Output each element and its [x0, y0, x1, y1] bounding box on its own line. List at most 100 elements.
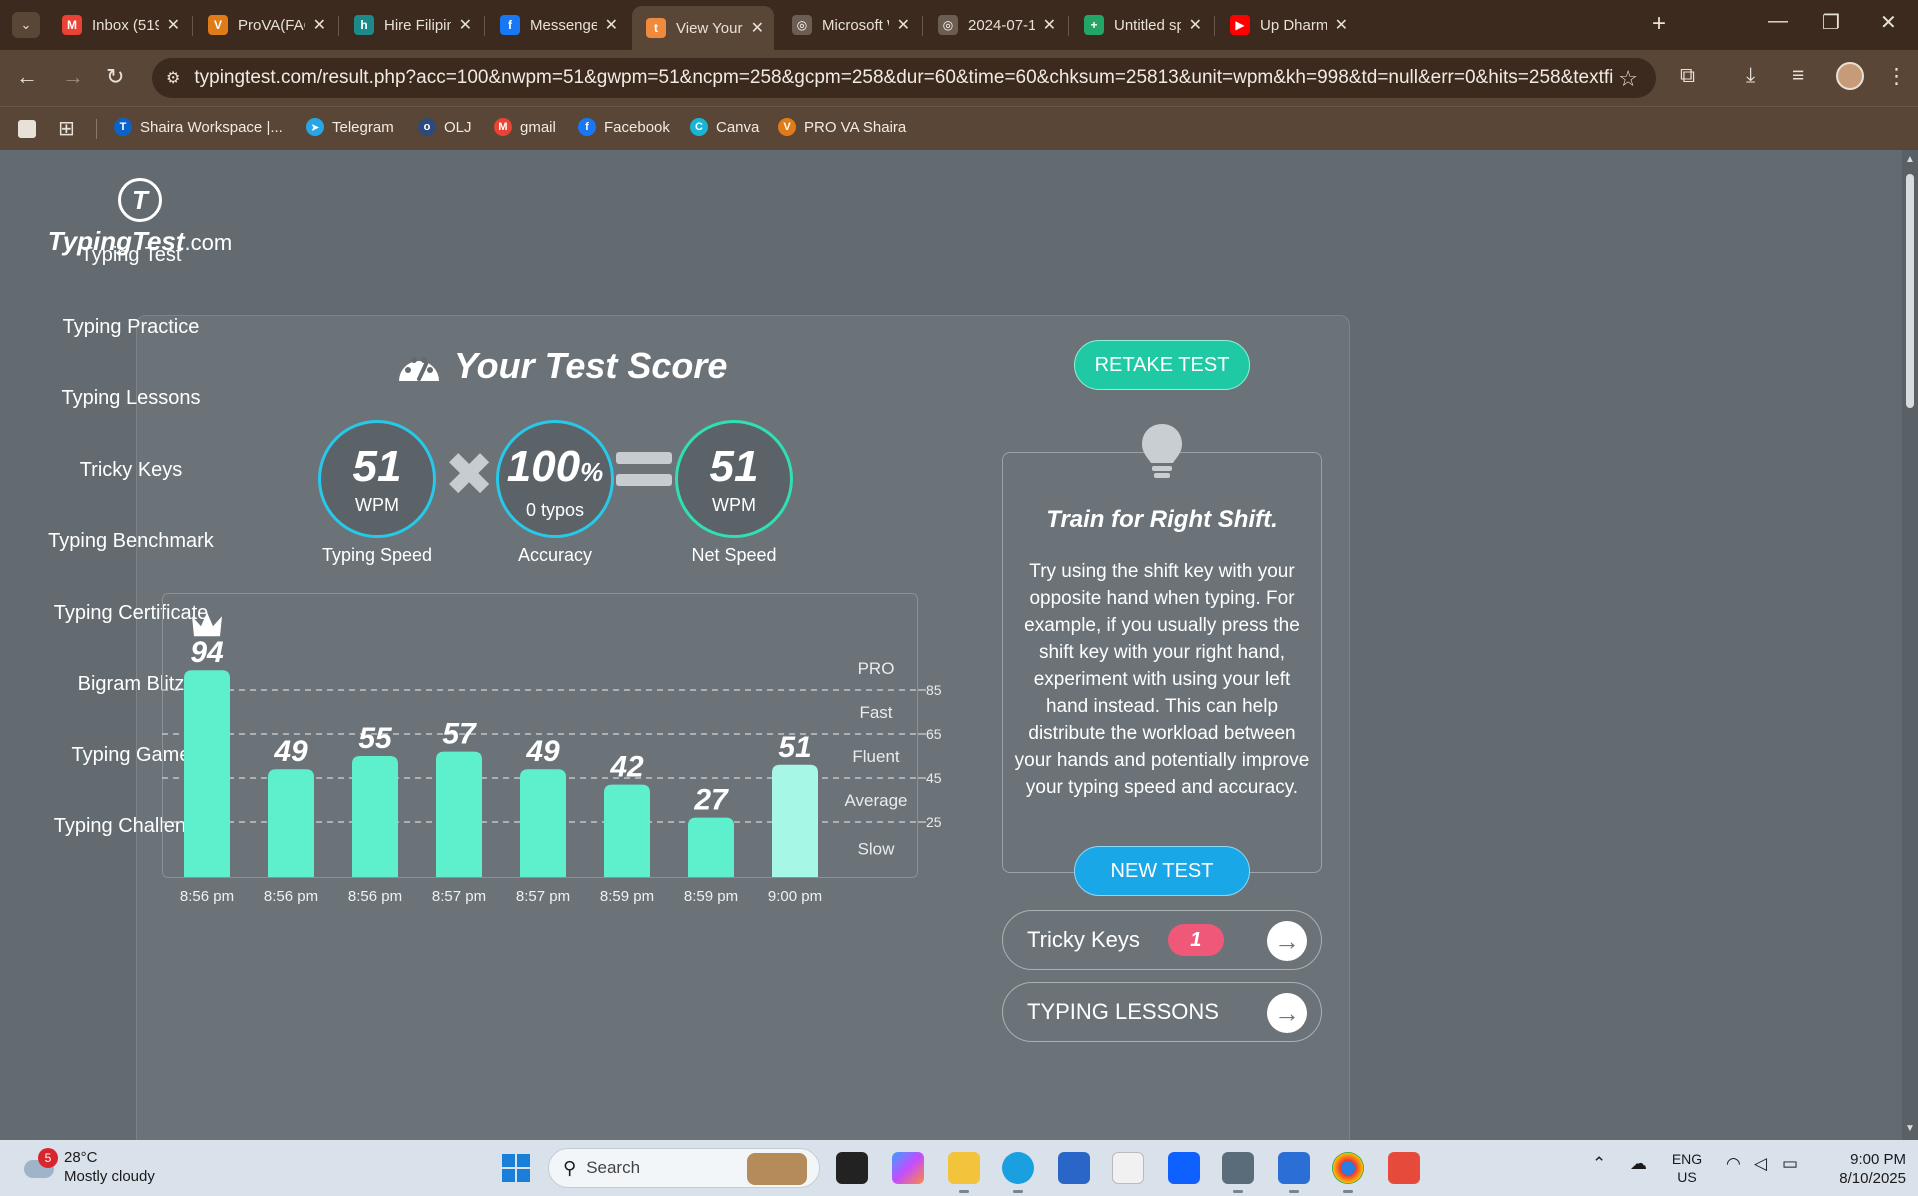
browser-tab[interactable]: h Hire Filipino V ✕ [340, 8, 482, 42]
notepad-icon[interactable] [1278, 1152, 1310, 1193]
retake-test-button[interactable]: RETAKE TEST [1074, 340, 1250, 390]
nav-item-typing-test[interactable]: Typing Test [0, 244, 262, 267]
scroll-down-icon[interactable]: ▼ [1905, 1123, 1915, 1134]
nav-item-typing-lessons[interactable]: Typing Lessons [0, 387, 262, 410]
back-icon[interactable]: ← [16, 64, 38, 90]
menu-dots-icon[interactable]: ⋮ [1886, 64, 1907, 89]
browser-tab[interactable]: ◎ Microsoft Wo ✕ [778, 8, 920, 42]
browser-tab[interactable]: ◎ 2024-07-14_1 ✕ [924, 8, 1066, 42]
input-language[interactable]: ENG US [1662, 1150, 1712, 1186]
nav-item-typing-benchmark[interactable]: Typing Benchmark [0, 530, 262, 553]
restore-icon[interactable]: ❐ [1822, 10, 1840, 35]
band-label: Average [844, 791, 907, 810]
scroll-up-icon[interactable]: ▲ [1905, 154, 1915, 165]
profile-avatar[interactable] [1836, 62, 1864, 90]
bookmark-item[interactable]: ➤ Telegram [306, 118, 394, 136]
microsoft-store-icon[interactable] [1058, 1152, 1090, 1184]
calculator-icon[interactable] [1222, 1152, 1254, 1193]
browser-tab[interactable]: + Untitled sprea ✕ [1070, 8, 1212, 42]
tip-body: Try using the shift key with your opposi… [1014, 561, 1310, 798]
tab-separator [484, 16, 485, 36]
browser-tab[interactable]: M Inbox (519) - ✕ [48, 8, 190, 42]
tab-search-button[interactable]: ⌄ [12, 12, 40, 38]
bookmark-item[interactable]: V PRO VA Shaira [778, 118, 906, 136]
bookmark-icon: M [494, 118, 512, 136]
browser-tab[interactable]: f Messenger | F ✕ [486, 8, 628, 42]
new-tab-button[interactable]: + [1652, 10, 1666, 38]
nav-item-tricky-keys[interactable]: Tricky Keys [0, 459, 262, 482]
bar-time-label: 8:56 pm [264, 888, 318, 905]
reload-icon[interactable]: ↻ [106, 64, 124, 90]
nav-item-typing-practice[interactable]: Typing Practice [0, 316, 262, 339]
bar-time-label: 8:59 pm [684, 888, 738, 905]
bookmark-item[interactable]: Mgmail [494, 118, 556, 136]
band-label: Fluent [852, 747, 900, 766]
task-view-icon[interactable] [836, 1152, 868, 1184]
snipping-tool-icon[interactable] [1388, 1152, 1420, 1184]
tricky-keys-count-badge: 1 [1167, 924, 1224, 956]
wifi-icon[interactable]: ◠ [1726, 1154, 1741, 1174]
system-clock[interactable]: 9:00 PM 8/10/2025 [1810, 1150, 1906, 1188]
close-window-icon[interactable]: ✕ [1880, 10, 1897, 35]
battery-icon[interactable]: ▭ [1782, 1154, 1798, 1174]
search-highlight-image [747, 1153, 807, 1185]
minimize-icon[interactable]: — [1768, 10, 1788, 33]
browser-tab[interactable]: t View Your Typ ✕ [632, 6, 774, 50]
chrome-icon[interactable] [1332, 1152, 1364, 1193]
file-explorer-icon[interactable] [948, 1152, 980, 1193]
net-speed-circle: 51 WPM [675, 420, 793, 538]
chevron-down-icon: ⌄ [20, 17, 32, 32]
bookmark-item[interactable]: T Shaira Workspace |... [114, 118, 283, 136]
forward-icon[interactable]: → [62, 64, 84, 90]
browser-tab[interactable]: V ProVA(FAQ) - ✕ [194, 8, 336, 42]
bar-time-label: 8:56 pm [180, 888, 234, 905]
band-label: Slow [858, 839, 896, 858]
site-info-icon[interactable]: ⚙ [166, 68, 180, 88]
extensions-icon[interactable]: ⧉ [1680, 64, 1695, 88]
close-tab-icon[interactable]: ✕ [1335, 15, 1348, 35]
volume-icon[interactable]: ◁ [1754, 1154, 1767, 1174]
bookmark-item[interactable]: o OLJ [418, 118, 472, 136]
media-control-icon[interactable]: ≡ [1792, 64, 1804, 88]
onedrive-icon[interactable]: ☁ [1630, 1154, 1647, 1174]
typing-lessons-button[interactable]: TYPING LESSONS → [1002, 982, 1322, 1042]
close-tab-icon[interactable]: ✕ [167, 15, 180, 35]
url-text[interactable]: typingtest.com/result.php?acc=100&nwpm=5… [194, 67, 1614, 89]
accuracy-value: 100 [506, 442, 581, 491]
typing-speed-label: Typing Speed [321, 545, 433, 565]
download-icon[interactable]: ⤓ [1746, 64, 1755, 88]
edge-icon[interactable] [1002, 1152, 1034, 1193]
windows-start-icon[interactable] [502, 1154, 530, 1182]
tab-favicon-icon: V [208, 15, 228, 35]
tab-favicon-icon: ◎ [792, 15, 812, 35]
tab-groups-icon[interactable] [18, 120, 36, 138]
close-tab-icon[interactable]: ✕ [751, 18, 764, 38]
apps-grid-icon[interactable]: ⊞ [58, 116, 75, 141]
bookmark-item[interactable]: f Facebook [578, 118, 670, 136]
copilot-icon[interactable] [892, 1152, 924, 1184]
close-tab-icon[interactable]: ✕ [1189, 15, 1202, 35]
scrollbar-thumb[interactable] [1906, 174, 1914, 408]
taskbar-search[interactable]: ⚲ Search [548, 1148, 820, 1188]
new-test-button[interactable]: NEW TEST [1074, 846, 1250, 896]
bookmark-star-icon[interactable]: ☆ [1618, 66, 1638, 92]
show-hidden-icons-icon[interactable]: ⌃ [1592, 1154, 1606, 1174]
browser-tab[interactable]: ▶ Up Dharma D ✕ [1216, 8, 1358, 42]
close-tab-icon[interactable]: ✕ [1043, 15, 1056, 35]
close-tab-icon[interactable]: ✕ [459, 15, 472, 35]
tricky-keys-label: Tricky Keys [1027, 927, 1140, 952]
tab-strip: ⌄ M Inbox (519) - ✕ V ProVA(FAQ) - ✕ h Hire Fil… [0, 0, 1918, 50]
speedometer-icon [399, 357, 439, 381]
weather-widget[interactable]: 5 28°C Mostly cloudy [22, 1148, 155, 1186]
score-title: Your Test Score [454, 345, 728, 386]
dropbox-icon[interactable] [1168, 1152, 1200, 1184]
bookmark-item[interactable]: C Canva [690, 118, 759, 136]
tab-separator [192, 16, 193, 36]
address-bar[interactable]: ⚙ typingtest.com/result.php?acc=100&nwpm… [152, 58, 1656, 98]
page-scrollbar[interactable]: ▲ ▼ [1902, 150, 1918, 1140]
close-tab-icon[interactable]: ✕ [313, 15, 326, 35]
tricky-keys-button[interactable]: Tricky Keys 1 → [1002, 910, 1322, 970]
amazon-icon[interactable] [1112, 1152, 1144, 1184]
close-tab-icon[interactable]: ✕ [897, 15, 910, 35]
close-tab-icon[interactable]: ✕ [605, 15, 618, 35]
